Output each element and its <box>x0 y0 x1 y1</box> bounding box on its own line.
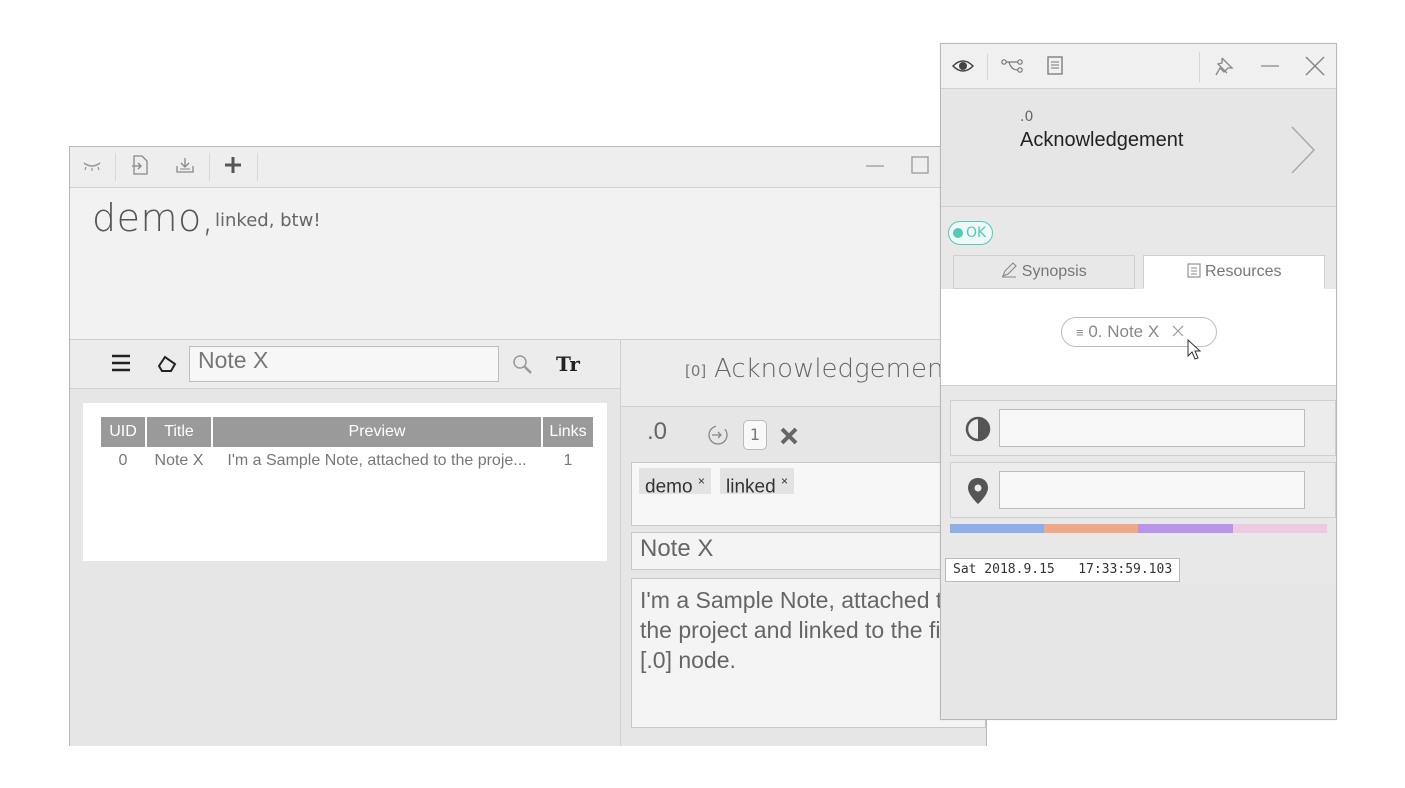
column-header-uid[interactable]: UID <box>101 417 145 447</box>
cell-uid: 0 <box>118 452 128 469</box>
text-format-icon[interactable]: Tr <box>556 352 580 376</box>
project-tags[interactable]: linked, btw! <box>215 210 321 231</box>
editor-header: [0] Acknowledgement <box>621 340 986 407</box>
project-header: demo, linked, btw! <box>70 188 986 340</box>
contrast-icon <box>965 416 991 446</box>
status-label: OK <box>966 225 987 241</box>
link-count-badge[interactable]: 1 <box>743 420 767 450</box>
color-input[interactable] <box>999 409 1305 447</box>
list-icon: ≡ <box>1076 325 1084 340</box>
tags-field[interactable]: demo × linked × <box>631 462 986 526</box>
status-badge[interactable]: OK <box>948 221 994 245</box>
note-name-field[interactable]: Note X <box>631 532 986 570</box>
node-inspector-window: .0 Acknowledgement OK Synopsis Resources… <box>940 43 1337 720</box>
main-window: demo, linked, btw! Note X Tr UID Title P… <box>69 146 987 746</box>
tag-chip[interactable]: demo × <box>639 468 711 497</box>
editor-node-title[interactable]: Acknowledgement <box>714 354 954 384</box>
branch-icon[interactable] <box>1001 58 1023 78</box>
project-title[interactable]: demo, <box>92 196 214 240</box>
cell-links: 1 <box>563 452 573 469</box>
notes-table: UID Title Preview Links 0 Note X I'm a S… <box>99 417 595 474</box>
timestamp-time: 17:33:59.103 <box>1078 562 1173 577</box>
location-row <box>950 462 1336 518</box>
search-input[interactable]: Note X <box>189 346 499 382</box>
cell-title: Note X <box>154 452 204 469</box>
inspector-header: .0 Acknowledgement <box>941 89 1336 207</box>
inspector-footer <box>941 584 1336 719</box>
chevron-right-icon[interactable] <box>1289 125 1317 179</box>
inspector-node-id: .0 <box>1020 109 1034 125</box>
document-icon[interactable] <box>1047 56 1063 80</box>
note-body-textarea[interactable]: I'm a Sample Note, attached to the proje… <box>631 578 986 728</box>
minimize-icon[interactable] <box>863 155 887 179</box>
timestamp-date: Sat 2018.9.15 <box>953 562 1055 577</box>
main-toolbar <box>70 147 986 188</box>
import-icon[interactable] <box>128 155 152 179</box>
tab-resources-label: Resources <box>1204 263 1282 280</box>
close-icon[interactable] <box>779 426 799 450</box>
cell-preview: I'm a Sample Note, attached to the proje… <box>227 452 527 469</box>
inspector-toolbar <box>941 44 1336 89</box>
mouse-cursor <box>1187 338 1203 365</box>
notes-table-card: UID Title Preview Links 0 Note X I'm a S… <box>83 403 607 561</box>
note-editor-pane: [0] Acknowledgement .0 1 demo × linked ×… <box>621 340 986 746</box>
inspector-node-title[interactable]: Acknowledgement <box>1020 129 1183 152</box>
close-icon[interactable] <box>1304 55 1326 81</box>
unpin-icon[interactable] <box>1214 55 1236 81</box>
table-row[interactable]: 0 Note X I'm a Sample Note, attached to … <box>101 447 593 474</box>
editor-node-id[interactable]: .0 <box>647 418 667 446</box>
tag-remove-icon[interactable]: × <box>781 474 788 488</box>
column-header-links[interactable]: Links <box>543 417 593 447</box>
maximize-icon[interactable] <box>908 155 932 179</box>
tag-chip[interactable]: linked × <box>720 468 794 497</box>
menu-icon[interactable] <box>110 352 132 378</box>
location-pin-icon <box>967 477 989 509</box>
eye-icon[interactable] <box>951 58 975 78</box>
tab-synopsis[interactable]: Synopsis <box>953 255 1135 289</box>
color-bar-segment <box>1138 524 1233 533</box>
color-bar <box>950 524 1327 533</box>
search-icon[interactable] <box>512 354 534 380</box>
list-toolbar: Note X Tr <box>70 340 620 389</box>
resource-chip-label: 0. Note X <box>1088 322 1160 341</box>
color-bar-segment <box>950 524 1044 533</box>
remove-resource-icon[interactable] <box>1172 322 1184 341</box>
notes-list-pane: Note X Tr UID Title Preview Links 0 Note… <box>70 340 621 746</box>
color-bar-segment <box>1044 524 1138 533</box>
tab-synopsis-label: Synopsis <box>1021 263 1087 280</box>
shape-icon[interactable] <box>156 354 178 378</box>
plus-icon[interactable] <box>221 155 245 179</box>
location-input[interactable] <box>999 471 1305 509</box>
eye-closed-icon[interactable] <box>80 155 104 179</box>
editor-node-index: [0] <box>685 362 707 380</box>
link-icon[interactable] <box>707 424 729 450</box>
minimize-icon[interactable] <box>1259 55 1281 81</box>
column-header-preview[interactable]: Preview <box>213 417 541 447</box>
column-header-title[interactable]: Title <box>147 417 211 447</box>
status-dot-icon <box>953 228 963 238</box>
resources-panel: ≡ 0. Note X <box>941 289 1336 386</box>
color-bar-segment <box>1233 524 1327 533</box>
tag-remove-icon[interactable]: × <box>698 474 705 488</box>
pencil-icon <box>1001 262 1021 280</box>
download-icon[interactable] <box>173 155 197 179</box>
clipboard-icon <box>1186 263 1205 280</box>
color-row <box>950 400 1336 456</box>
timestamp: Sat 2018.9.15 17:33:59.103 <box>945 558 1181 582</box>
tab-resources[interactable]: Resources <box>1143 255 1325 289</box>
